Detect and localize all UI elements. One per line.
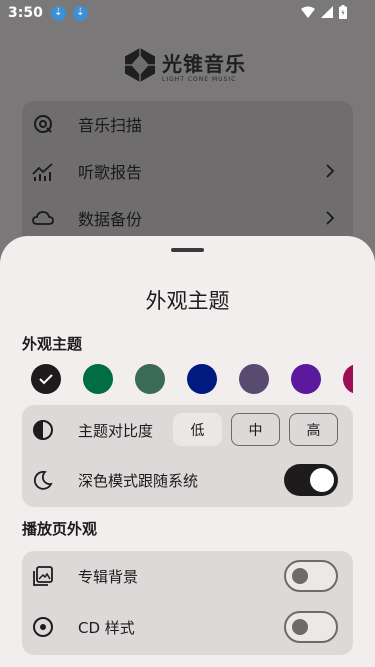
theme-settings-card: 主题对比度 低 中 高 深色模式跟随系统 bbox=[22, 405, 353, 507]
menu-item-label: 听歌报告 bbox=[78, 163, 143, 182]
cell-signal-icon bbox=[321, 6, 333, 18]
battery-icon bbox=[339, 5, 347, 19]
drag-handle[interactable] bbox=[171, 248, 204, 252]
contrast-icon bbox=[33, 420, 53, 440]
checkmark-icon bbox=[39, 374, 53, 385]
color-swatch[interactable] bbox=[135, 364, 165, 394]
chevron-right-icon bbox=[326, 164, 335, 178]
color-swatch[interactable] bbox=[239, 364, 269, 394]
moon-icon bbox=[33, 470, 53, 490]
album-background-toggle[interactable] bbox=[284, 560, 338, 592]
toggle-knob bbox=[292, 619, 308, 635]
color-swatch[interactable] bbox=[343, 364, 353, 394]
menu-item-music-scan[interactable]: 音乐扫描 bbox=[22, 101, 353, 147]
app-logo: 光锥音乐 LIGHT CONE MUSIC bbox=[122, 45, 262, 85]
cd-style-toggle[interactable] bbox=[284, 611, 338, 643]
menu-item-listening-report[interactable]: 听歌报告 bbox=[22, 148, 353, 194]
theme-section-label: 外观主题 bbox=[22, 335, 83, 353]
color-swatch[interactable] bbox=[187, 364, 217, 394]
wifi-icon bbox=[301, 6, 315, 18]
download-notification-icon: ⇣ bbox=[72, 5, 88, 21]
dark-mode-label: 深色模式跟随系统 bbox=[78, 472, 199, 490]
menu-item-label: 数据备份 bbox=[78, 210, 143, 229]
cloud-icon bbox=[32, 211, 54, 225]
album-image-icon bbox=[33, 566, 53, 586]
color-swatch[interactable] bbox=[83, 364, 113, 394]
disc-icon bbox=[33, 617, 53, 637]
appearance-bottom-sheet: 外观主题 外观主题 主题对比度 低 中 高 深色模式跟随系统 播放页外观 专辑背… bbox=[0, 236, 375, 667]
player-appearance-card: 专辑背景 CD 样式 bbox=[22, 551, 353, 655]
color-swatch[interactable] bbox=[291, 364, 321, 394]
contrast-row: 主题对比度 低 中 高 bbox=[22, 405, 353, 455]
light-cone-logo-icon bbox=[125, 48, 155, 82]
download-notification-icon: ⇣ bbox=[50, 5, 66, 21]
music-scan-icon bbox=[34, 115, 52, 133]
contrast-low-button[interactable]: 低 bbox=[173, 413, 222, 446]
menu-item-data-backup[interactable]: 数据备份 bbox=[22, 195, 353, 241]
menu-card: 音乐扫描 听歌报告 数据备份 bbox=[22, 101, 353, 251]
player-section-label: 播放页外观 bbox=[22, 520, 98, 538]
color-swatch[interactable] bbox=[31, 364, 61, 394]
contrast-medium-button[interactable]: 中 bbox=[231, 413, 280, 446]
logo-subtitle: LIGHT CONE MUSIC bbox=[162, 75, 237, 83]
album-background-row: 专辑背景 bbox=[22, 551, 353, 601]
toggle-knob bbox=[310, 468, 334, 492]
toggle-knob bbox=[292, 568, 308, 584]
contrast-high-button[interactable]: 高 bbox=[289, 413, 338, 446]
status-icons bbox=[301, 5, 347, 19]
dark-mode-row: 深色模式跟随系统 bbox=[22, 455, 353, 505]
logo-title: 光锥音乐 bbox=[162, 51, 246, 76]
status-bar: 3:50 ⇣ ⇣ bbox=[0, 0, 375, 26]
cd-style-row: CD 样式 bbox=[22, 602, 353, 652]
sheet-title: 外观主题 bbox=[145, 289, 230, 313]
theme-color-row bbox=[31, 363, 353, 395]
dark-mode-toggle[interactable] bbox=[284, 464, 338, 496]
menu-item-label: 音乐扫描 bbox=[78, 116, 143, 135]
cd-style-label: CD 样式 bbox=[78, 619, 135, 637]
chevron-right-icon bbox=[326, 211, 335, 225]
logo-text: 光锥音乐 LIGHT CONE MUSIC bbox=[162, 48, 246, 83]
status-time: 3:50 bbox=[8, 5, 43, 21]
album-background-label: 专辑背景 bbox=[78, 568, 139, 586]
chart-icon bbox=[32, 163, 53, 181]
contrast-label: 主题对比度 bbox=[78, 422, 154, 440]
